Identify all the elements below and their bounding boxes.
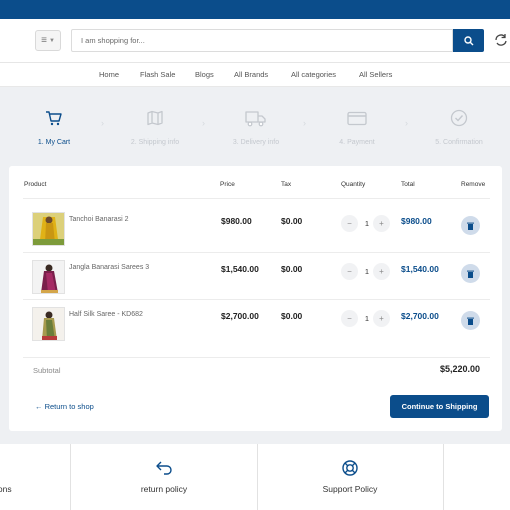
step-payment: 4. Payment xyxy=(307,108,407,146)
step-delivery-info: 3. Delivery info xyxy=(206,108,306,146)
credit-card-icon xyxy=(347,111,367,125)
check-circle-icon xyxy=(450,109,468,127)
footer-item-label: Support Policy xyxy=(322,484,378,494)
step-label: 1. My Cart xyxy=(37,139,71,146)
top-bar xyxy=(0,0,510,19)
return-to-shop-link[interactable]: ← Return to shop xyxy=(35,402,94,411)
tax-value: $0.00 xyxy=(281,264,303,274)
tax-value: $0.00 xyxy=(281,216,303,226)
col-header-tax: Tax xyxy=(281,181,292,188)
remove-button[interactable] xyxy=(461,311,480,330)
category-menu-button[interactable]: ≡ ▼ xyxy=(35,30,61,51)
truck-icon xyxy=(245,110,266,126)
step-label: 2. Shipping info xyxy=(130,139,180,146)
qty-increase-button[interactable]: + xyxy=(373,310,390,327)
search-icon xyxy=(463,35,473,45)
nav-item-home[interactable]: Home xyxy=(99,70,119,79)
qty-increase-button[interactable]: + xyxy=(373,263,390,280)
footer-policies: ions return policy Support Policy xyxy=(0,444,510,510)
col-header-product: Product xyxy=(24,181,47,188)
nav-item-all-categories[interactable]: All categories xyxy=(291,70,336,79)
product-thumbnail[interactable] xyxy=(32,260,65,294)
qty-value: 1 xyxy=(364,219,370,228)
footer-item-return-policy[interactable]: return policy xyxy=(71,459,257,494)
nav-item-all-brands[interactable]: All Brands xyxy=(234,70,268,79)
remove-button[interactable] xyxy=(461,216,480,235)
nav-item-all-sellers[interactable]: All Sellers xyxy=(359,70,392,79)
qty-decrease-button[interactable]: − xyxy=(341,263,358,280)
search-input[interactable] xyxy=(71,29,453,52)
step-label: 4. Payment xyxy=(339,139,375,146)
trash-icon xyxy=(467,222,474,230)
cart-row: Jangla Banarasi Sarees 3 $1,540.00 $0.00… xyxy=(9,249,502,295)
col-header-total: Total xyxy=(401,181,415,188)
total-value: $1,540.00 xyxy=(401,264,439,274)
step-shipping-info: 2. Shipping info xyxy=(105,108,205,146)
checkout-steps: 1. My Cart 2. Shipping info 3. Delivery … xyxy=(0,108,510,153)
trash-icon xyxy=(467,270,474,278)
chevron-right-icon: › xyxy=(202,118,205,128)
step-label: 3. Delivery info xyxy=(232,139,280,146)
main-nav: Home Flash Sale Blogs All Brands All cat… xyxy=(0,63,510,87)
product-name[interactable]: Half Silk Saree - KD682 xyxy=(69,311,143,318)
footer-item-label: return policy xyxy=(140,484,188,494)
return-arrow-icon xyxy=(156,461,172,475)
cart-row: Tanchoi Banarasi 2 $980.00 $0.00 − 1 + $… xyxy=(9,201,502,247)
lifebuoy-icon xyxy=(342,460,358,476)
qty-increase-button[interactable]: + xyxy=(373,215,390,232)
total-value: $980.00 xyxy=(401,216,432,226)
col-header-price: Price xyxy=(220,181,235,188)
footer-item-support-policy[interactable]: Support Policy xyxy=(257,459,443,494)
header: ≡ ▼ xyxy=(0,19,510,63)
cart-card: Product Price Tax Quantity Total Remove … xyxy=(9,166,502,431)
col-header-quantity: Quantity xyxy=(341,181,366,188)
product-thumbnail[interactable] xyxy=(32,212,65,246)
tax-value: $0.00 xyxy=(281,311,303,321)
divider xyxy=(23,198,490,199)
search-button[interactable] xyxy=(453,29,484,52)
divider xyxy=(443,444,444,510)
chevron-right-icon: › xyxy=(101,118,104,128)
product-thumbnail[interactable] xyxy=(32,307,65,341)
chevron-right-icon: › xyxy=(303,118,306,128)
chevron-right-icon: › xyxy=(405,118,408,128)
divider xyxy=(23,357,490,358)
continue-to-shipping-button[interactable]: Continue to Shipping xyxy=(390,395,489,418)
step-confirmation: 5. Confirmation xyxy=(409,108,509,146)
total-value: $2,700.00 xyxy=(401,311,439,321)
product-name[interactable]: Tanchoi Banarasi 2 xyxy=(69,216,129,223)
price-value: $2,700.00 xyxy=(221,311,259,321)
subtotal-label: Subtotal xyxy=(33,366,61,375)
cart-row: Half Silk Saree - KD682 $2,700.00 $0.00 … xyxy=(9,296,502,342)
col-header-remove: Remove xyxy=(461,181,486,188)
step-my-cart[interactable]: 1. My Cart xyxy=(4,108,104,146)
step-label: 5. Confirmation xyxy=(435,139,483,146)
qty-decrease-button[interactable]: − xyxy=(341,215,358,232)
nav-item-blogs[interactable]: Blogs xyxy=(195,70,214,79)
subtotal-value: $5,220.00 xyxy=(439,364,480,374)
map-icon xyxy=(147,110,163,126)
footer-item-partial-label[interactable]: ions xyxy=(0,484,12,494)
remove-button[interactable] xyxy=(461,264,480,283)
menu-icon: ≡ xyxy=(41,34,47,46)
trash-icon xyxy=(467,317,474,325)
price-value: $980.00 xyxy=(221,216,252,226)
qty-value: 1 xyxy=(364,314,370,323)
qty-decrease-button[interactable]: − xyxy=(341,310,358,327)
price-value: $1,540.00 xyxy=(221,264,259,274)
nav-item-flash-sale[interactable]: Flash Sale xyxy=(140,70,175,79)
refresh-icon[interactable] xyxy=(493,32,510,48)
chevron-down-icon: ▼ xyxy=(48,37,55,44)
cart-icon xyxy=(46,111,62,126)
product-name[interactable]: Jangla Banarasi Sarees 3 xyxy=(69,264,149,271)
qty-value: 1 xyxy=(364,267,370,276)
